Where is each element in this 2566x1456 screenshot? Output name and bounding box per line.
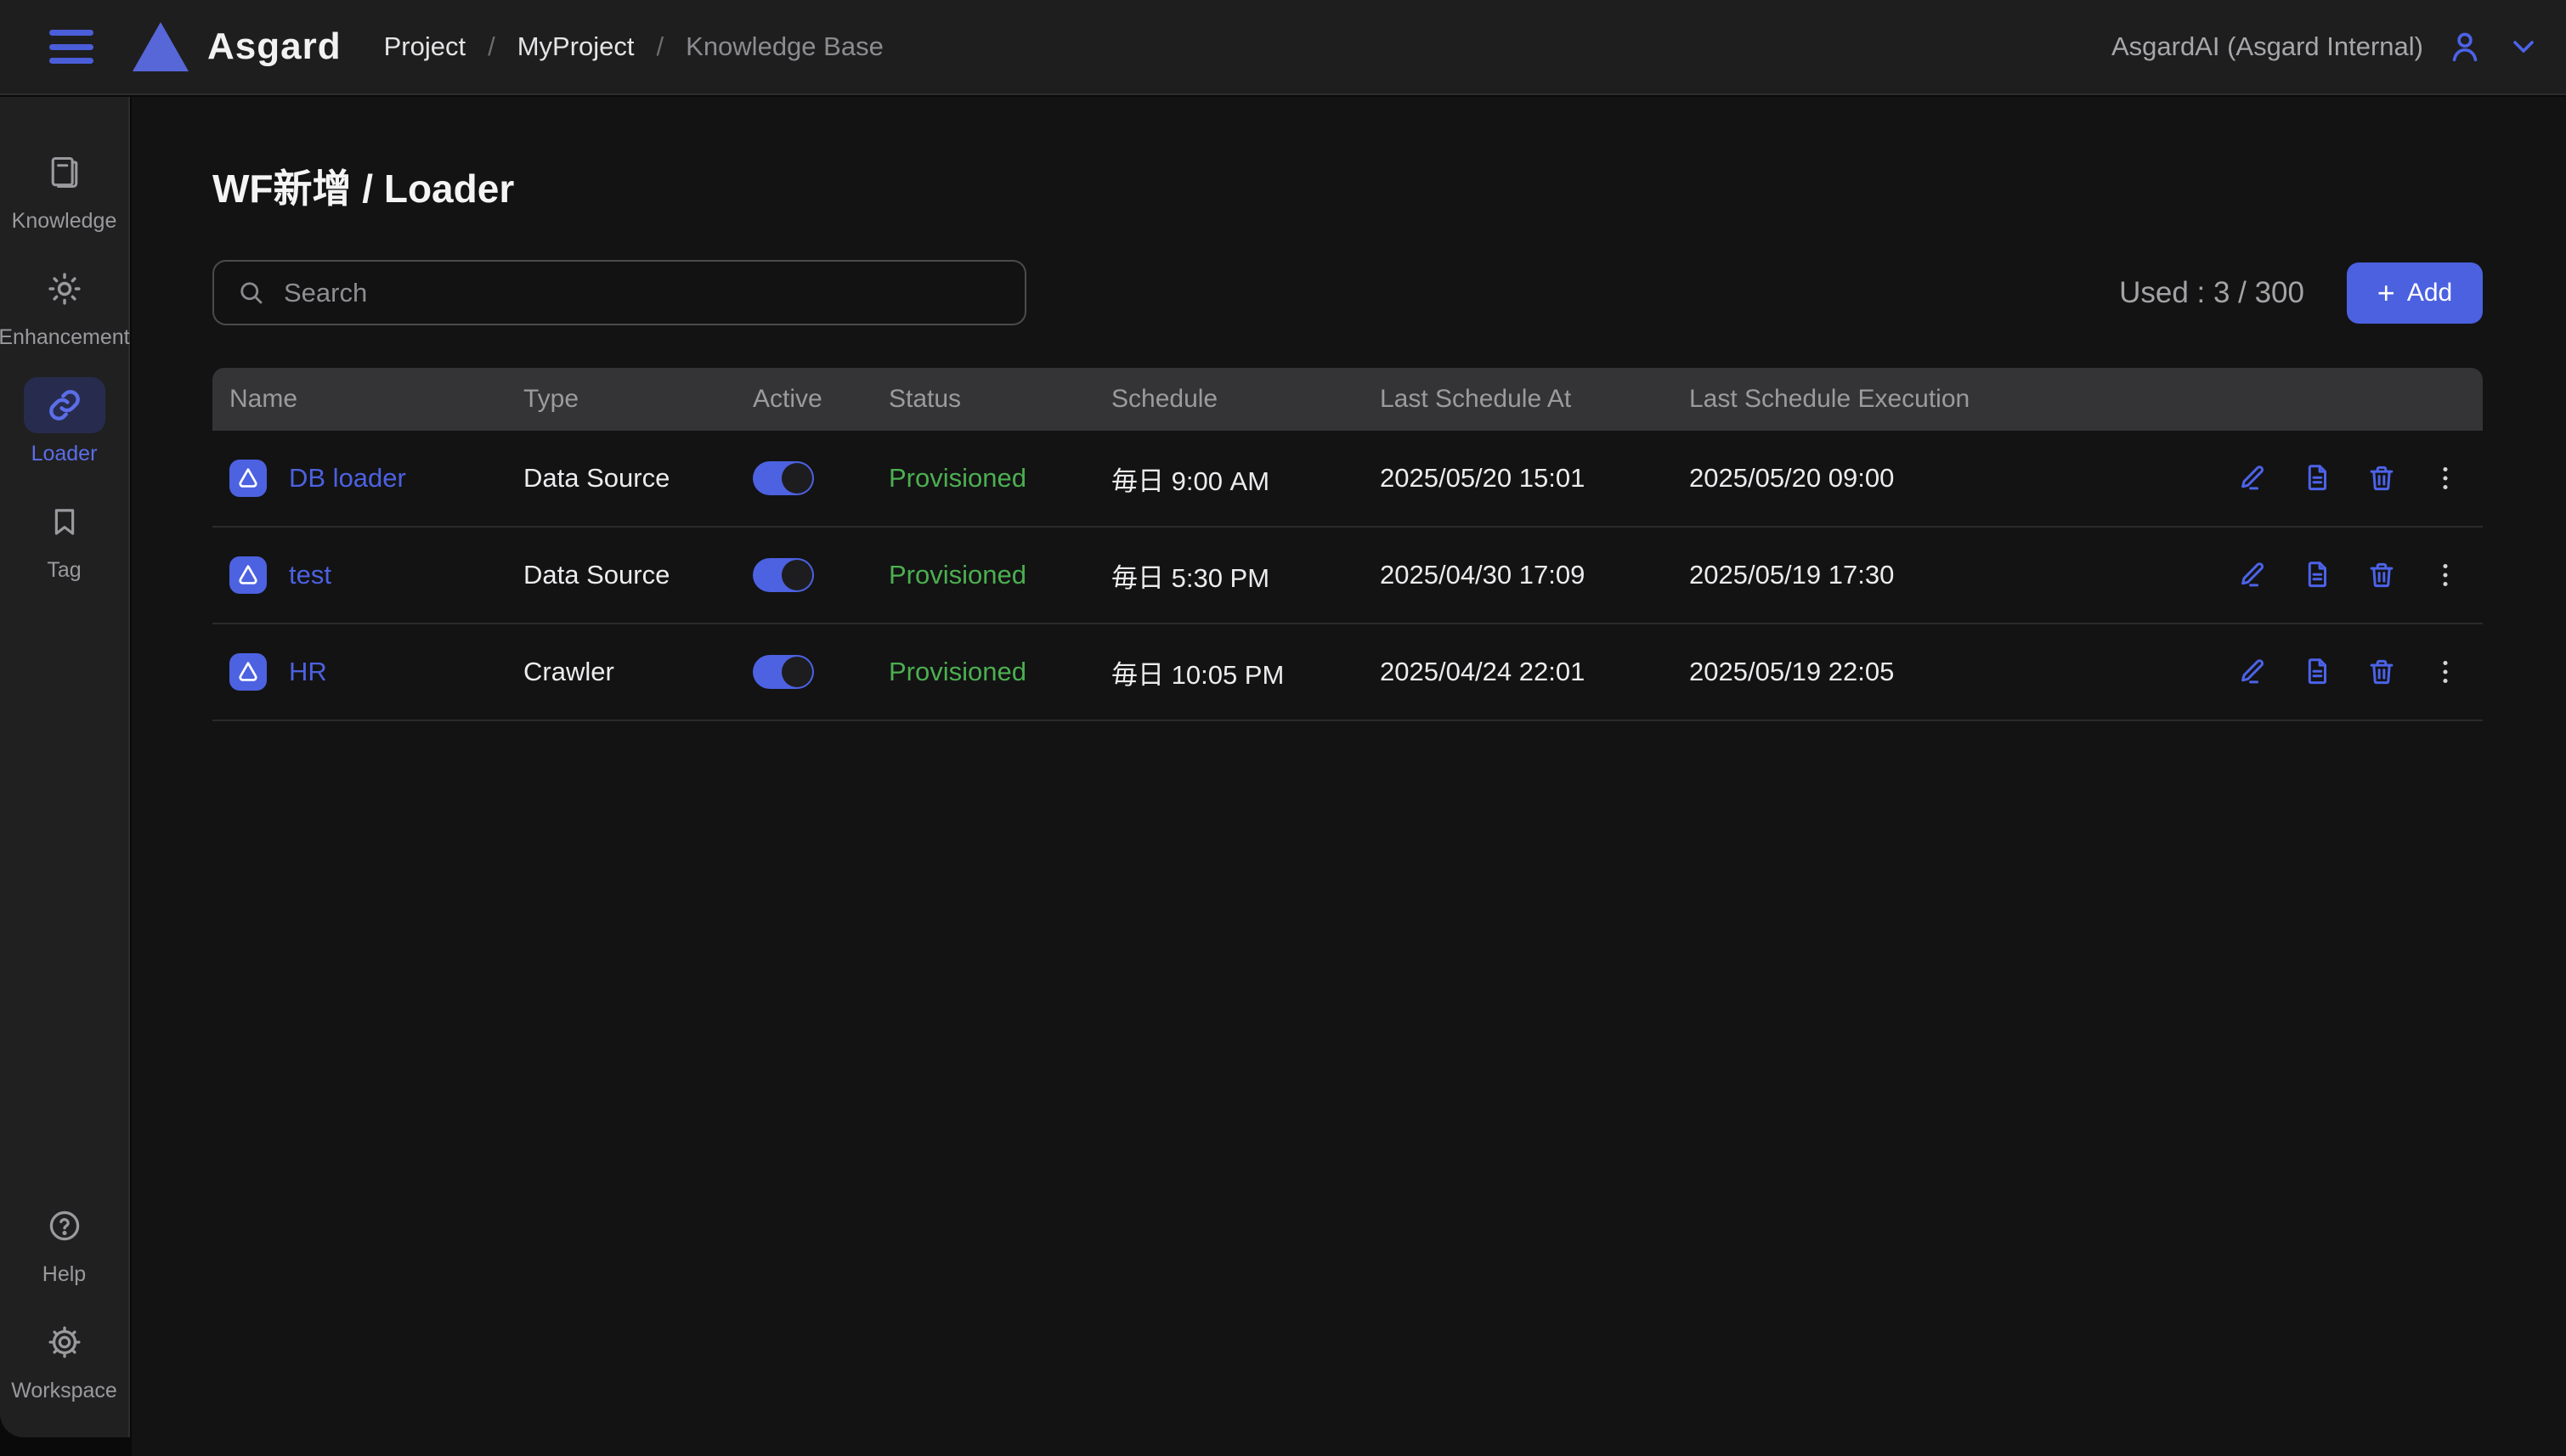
table-row: HR Crawler Provisioned 毎日 10:05 PM 2025/… (212, 624, 2483, 721)
column-header-status: Status (889, 385, 1111, 414)
table-row: test Data Source Provisioned 毎日 5:30 PM … (212, 528, 2483, 624)
menu-icon[interactable] (49, 30, 93, 64)
schedule-value: 毎日 5:30 PM (1111, 556, 1380, 595)
column-header-schedule: Schedule (1111, 385, 1380, 414)
breadcrumb-separator: / (657, 31, 664, 62)
last-schedule-execution-value: 2025/05/20 09:00 (1689, 463, 2165, 494)
edit-icon[interactable] (2236, 462, 2269, 494)
loader-type-icon (229, 556, 267, 594)
sidebar-item-knowledge[interactable]: Knowledge (0, 144, 128, 234)
logo-text: Asgard (207, 25, 342, 68)
add-button-label: Add (2407, 279, 2452, 308)
top-bar: Asgard Project / MyProject / Knowledge B… (0, 0, 2566, 95)
sparkle-icon (45, 261, 84, 317)
active-item-highlight (24, 377, 105, 433)
sidebar-item-help[interactable]: Help (0, 1198, 128, 1287)
column-header-last-schedule-at: Last Schedule At (1380, 385, 1689, 414)
column-header-active: Active (753, 385, 889, 414)
gear-icon (46, 1314, 83, 1370)
link-icon (45, 386, 84, 425)
book-icon (46, 144, 83, 200)
active-toggle[interactable] (753, 655, 814, 689)
more-options-icon[interactable] (2430, 463, 2461, 494)
active-toggle[interactable] (753, 558, 814, 592)
table-row: DB loader Data Source Provisioned 毎日 9:0… (212, 431, 2483, 528)
sidebar-item-enhancement[interactable]: Enhancement (0, 261, 128, 350)
help-circle-icon (46, 1198, 83, 1254)
loader-type-icon (229, 460, 267, 497)
table-header-row: Name Type Active Status Schedule Last Sc… (212, 368, 2483, 431)
sidebar-item-workspace[interactable]: Workspace (0, 1314, 128, 1403)
edit-icon[interactable] (2236, 656, 2269, 688)
usage-counter: Used : 3 / 300 (2119, 276, 2304, 310)
last-schedule-execution-value: 2025/05/19 17:30 (1689, 560, 2165, 590)
sidebar-item-loader[interactable]: Loader (0, 377, 128, 466)
loader-table: Name Type Active Status Schedule Last Sc… (212, 368, 2483, 721)
main-content: WF新增 / Loader Used : 3 / 300 + Add Name … (132, 97, 2566, 1456)
bookmark-icon (47, 494, 82, 550)
column-header-last-schedule-execution: Last Schedule Execution (1689, 385, 2165, 414)
schedule-value: 毎日 10:05 PM (1111, 653, 1380, 691)
toolbar: Used : 3 / 300 + Add (212, 260, 2483, 325)
last-schedule-at-value: 2025/04/30 17:09 (1380, 560, 1689, 590)
last-schedule-execution-value: 2025/05/19 22:05 (1689, 657, 2165, 687)
app-logo[interactable]: Asgard (133, 22, 342, 71)
schedule-value: 毎日 9:00 AM (1111, 460, 1380, 498)
sidebar-item-label: Loader (31, 442, 98, 466)
breadcrumb-item-myproject[interactable]: MyProject (517, 31, 635, 62)
sidebar-item-label: Tag (47, 558, 81, 583)
last-schedule-at-value: 2025/05/20 15:01 (1380, 463, 1689, 494)
sidebar-item-label: Enhancement (0, 325, 130, 350)
add-button[interactable]: + Add (2347, 262, 2483, 324)
search-input[interactable] (284, 278, 1003, 308)
column-header-type: Type (523, 385, 753, 414)
plus-icon: + (2377, 278, 2395, 308)
loader-name-link[interactable]: HR (289, 657, 327, 687)
active-toggle[interactable] (753, 461, 814, 495)
triangle-logo-icon (133, 22, 189, 71)
loader-type-icon (229, 653, 267, 691)
app-window: Asgard Project / MyProject / Knowledge B… (0, 0, 2566, 1456)
more-options-icon[interactable] (2430, 560, 2461, 590)
sidebar-item-tag[interactable]: Tag (0, 494, 128, 583)
more-options-icon[interactable] (2430, 657, 2461, 687)
loader-name-link[interactable]: test (289, 560, 331, 590)
sidebar-item-label: Knowledge (12, 209, 117, 234)
delete-icon[interactable] (2365, 462, 2398, 494)
loader-name-link[interactable]: DB loader (289, 463, 406, 494)
column-header-name: Name (229, 385, 523, 414)
document-icon[interactable] (2301, 559, 2333, 591)
edit-icon[interactable] (2236, 559, 2269, 591)
breadcrumb-separator: / (488, 31, 495, 62)
delete-icon[interactable] (2365, 559, 2398, 591)
user-avatar-icon[interactable] (2445, 27, 2484, 66)
document-icon[interactable] (2301, 462, 2333, 494)
delete-icon[interactable] (2365, 656, 2398, 688)
loader-type: Data Source (523, 463, 753, 494)
search-icon (236, 278, 267, 308)
sidebar: Knowledge Enhancement (0, 97, 130, 1437)
last-schedule-at-value: 2025/04/24 22:01 (1380, 657, 1689, 687)
breadcrumb-item-project[interactable]: Project (384, 31, 466, 62)
status-badge: Provisioned (889, 560, 1111, 590)
page-title: WF新增 / Loader (212, 158, 2566, 214)
breadcrumb-item-knowledge-base: Knowledge Base (686, 31, 884, 62)
status-badge: Provisioned (889, 463, 1111, 494)
chevron-down-icon[interactable] (2507, 30, 2541, 64)
tenant-label: AsgardAI (Asgard Internal) (2111, 31, 2423, 62)
sidebar-item-label: Workspace (11, 1379, 117, 1403)
sidebar-item-label: Help (42, 1262, 86, 1287)
search-box (212, 260, 1026, 325)
loader-type: Crawler (523, 657, 753, 687)
breadcrumb: Project / MyProject / Knowledge Base (384, 31, 884, 62)
document-icon[interactable] (2301, 656, 2333, 688)
status-badge: Provisioned (889, 657, 1111, 687)
loader-type: Data Source (523, 560, 753, 590)
